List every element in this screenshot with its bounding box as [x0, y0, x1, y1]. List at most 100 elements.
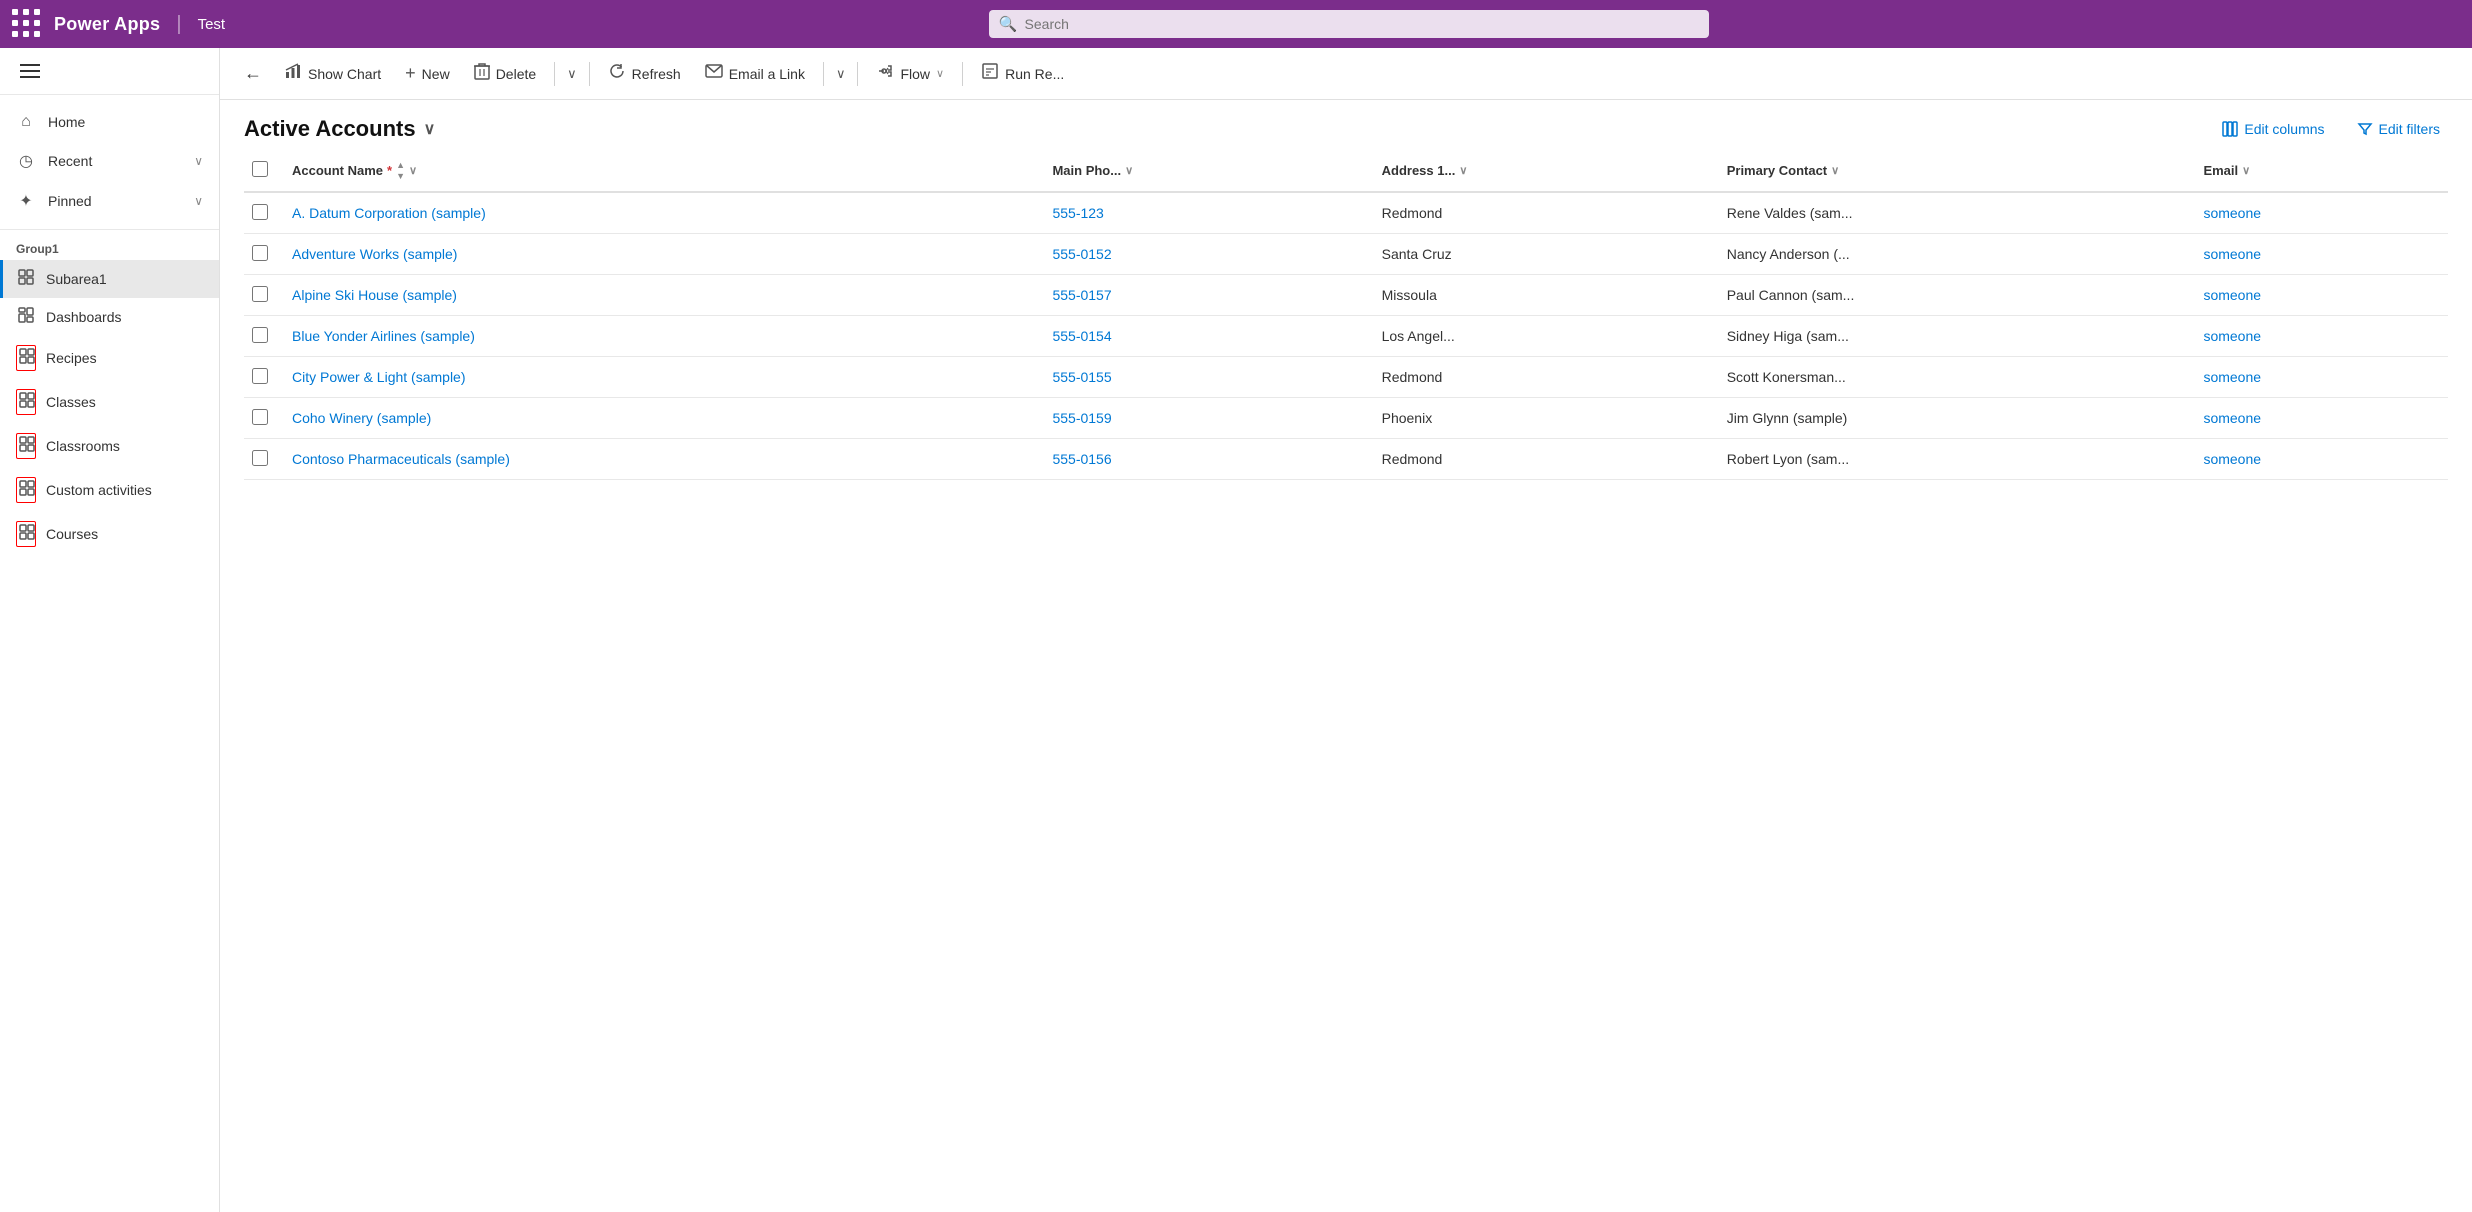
row-checkbox-cell	[244, 234, 280, 275]
address1-cell: Redmond	[1370, 357, 1715, 398]
account-name-cell[interactable]: City Power & Light (sample)	[280, 357, 1040, 398]
account-name-sort[interactable]: ▲ ▼	[396, 160, 405, 181]
sidebar-item-classes[interactable]: Classes	[0, 380, 219, 424]
edit-filters-button[interactable]: Edit filters	[2349, 117, 2448, 141]
email-a-link-button[interactable]: Email a Link	[695, 58, 815, 89]
email-cell[interactable]: someone	[2191, 398, 2448, 439]
row-checkbox-cell	[244, 275, 280, 316]
refresh-icon	[608, 62, 626, 85]
main-phone-cell: 555-123	[1040, 192, 1369, 234]
account-name-cell[interactable]: Contoso Pharmaceuticals (sample)	[280, 439, 1040, 480]
group-label: Group1	[0, 230, 219, 260]
account-name-cell[interactable]: Alpine Ski House (sample)	[280, 275, 1040, 316]
row-checkbox-0[interactable]	[252, 204, 268, 220]
sidebar-item-courses[interactable]: Courses	[0, 512, 219, 556]
select-all-checkbox[interactable]	[252, 161, 268, 177]
email-cell[interactable]: someone	[2191, 316, 2448, 357]
row-checkbox-4[interactable]	[252, 368, 268, 384]
row-checkbox-cell	[244, 357, 280, 398]
toolbar-divider-4	[857, 62, 858, 86]
delete-chevron-button[interactable]: ∨	[563, 60, 581, 88]
email-chevron-button[interactable]: ∨	[832, 60, 850, 88]
address1-cell: Redmond	[1370, 192, 1715, 234]
table-container: Account Name * ▲ ▼ ∨ Main	[220, 150, 2472, 1212]
row-checkbox-1[interactable]	[252, 245, 268, 261]
delete-button[interactable]: Delete	[464, 56, 546, 91]
new-button[interactable]: + New	[395, 57, 460, 90]
show-chart-icon	[284, 62, 302, 85]
dashboards-icon	[16, 307, 36, 327]
email-cell[interactable]: someone	[2191, 357, 2448, 398]
recipes-icon	[16, 345, 36, 371]
toolbar-divider-2	[589, 62, 590, 86]
row-checkbox-cell	[244, 192, 280, 234]
account-name-cell[interactable]: A. Datum Corporation (sample)	[280, 192, 1040, 234]
email-cell[interactable]: someone	[2191, 439, 2448, 480]
back-button[interactable]: ←	[236, 57, 270, 90]
custom-activities-icon	[16, 477, 36, 503]
main-phone-cell: 555-0156	[1040, 439, 1369, 480]
sidebar-item-recipes[interactable]: Recipes	[0, 336, 219, 380]
show-chart-label: Show Chart	[308, 66, 381, 82]
subarea1-icon	[16, 269, 36, 289]
email-cell[interactable]: someone	[2191, 234, 2448, 275]
address1-cell: Los Angel...	[1370, 316, 1715, 357]
row-checkbox-5[interactable]	[252, 409, 268, 425]
main-phone-cell: 555-0157	[1040, 275, 1369, 316]
row-checkbox-6[interactable]	[252, 450, 268, 466]
email-cell[interactable]: someone	[2191, 192, 2448, 234]
main-phone-filter-icon[interactable]: ∨	[1125, 164, 1133, 177]
sidebar-courses-label: Courses	[46, 526, 98, 542]
toolbar: ← Show Chart + New Delete ∨	[220, 48, 2472, 100]
list-title-text: Active Accounts	[244, 116, 416, 142]
top-navigation: Power Apps | Test 🔍	[0, 0, 2472, 48]
account-name-cell[interactable]: Blue Yonder Airlines (sample)	[280, 316, 1040, 357]
sidebar-item-home[interactable]: ⌂ Home	[0, 103, 219, 141]
refresh-button[interactable]: Refresh	[598, 56, 691, 91]
edit-columns-button[interactable]: Edit columns	[2214, 117, 2332, 141]
header-account-name: Account Name * ▲ ▼ ∨	[280, 150, 1040, 192]
primary-contact-header-label: Primary Contact	[1727, 163, 1827, 178]
sidebar-pinned-label: Pinned	[48, 193, 92, 209]
address1-filter-icon[interactable]: ∨	[1459, 164, 1467, 177]
classes-icon	[16, 389, 36, 415]
table-body: A. Datum Corporation (sample) 555-123 Re…	[244, 192, 2448, 480]
app-grid-button[interactable]	[12, 9, 42, 39]
sidebar-item-recent[interactable]: ◷ Recent ∨	[0, 141, 219, 181]
account-name-cell[interactable]: Adventure Works (sample)	[280, 234, 1040, 275]
email-link-label: Email a Link	[729, 66, 805, 82]
row-checkbox-cell	[244, 316, 280, 357]
sidebar-item-pinned[interactable]: ✦ Pinned ∨	[0, 181, 219, 221]
main-phone-cell: 555-0154	[1040, 316, 1369, 357]
sidebar-subarea1-label: Subarea1	[46, 271, 107, 287]
search-input[interactable]	[989, 10, 1709, 38]
account-name-filter-icon[interactable]: ∨	[409, 164, 417, 177]
row-checkbox-2[interactable]	[252, 286, 268, 302]
main-layout: ⌂ Home ◷ Recent ∨ ✦ Pinned ∨ Group1 Suba…	[0, 48, 2472, 1212]
list-header: Active Accounts ∨ Edit columns Edit filt…	[220, 100, 2472, 150]
app-name-label: Test	[198, 16, 226, 33]
primary-contact-filter-icon[interactable]: ∨	[1831, 164, 1839, 177]
flow-button[interactable]: Flow ∨	[866, 56, 954, 91]
show-chart-button[interactable]: Show Chart	[274, 56, 391, 91]
classrooms-icon	[16, 433, 36, 459]
sidebar-top	[0, 48, 219, 95]
run-report-button[interactable]: Run Re...	[971, 56, 1074, 91]
list-title-chevron-icon[interactable]: ∨	[424, 119, 436, 139]
new-icon: +	[405, 63, 416, 84]
account-name-cell[interactable]: Coho Winery (sample)	[280, 398, 1040, 439]
sidebar-item-classrooms[interactable]: Classrooms	[0, 424, 219, 468]
sidebar-item-subarea1[interactable]: Subarea1	[0, 260, 219, 298]
email-filter-icon[interactable]: ∨	[2242, 164, 2250, 177]
sidebar-item-dashboards[interactable]: Dashboards	[0, 298, 219, 336]
edit-filters-icon	[2357, 121, 2373, 137]
hamburger-menu[interactable]	[16, 60, 203, 82]
row-checkbox-3[interactable]	[252, 327, 268, 343]
main-phone-cell: 555-0155	[1040, 357, 1369, 398]
email-cell[interactable]: someone	[2191, 275, 2448, 316]
sidebar-item-custom-activities[interactable]: Custom activities	[0, 468, 219, 512]
edit-columns-label: Edit columns	[2244, 121, 2324, 137]
table-row: A. Datum Corporation (sample) 555-123 Re…	[244, 192, 2448, 234]
table-row: Contoso Pharmaceuticals (sample) 555-015…	[244, 439, 2448, 480]
sidebar: ⌂ Home ◷ Recent ∨ ✦ Pinned ∨ Group1 Suba…	[0, 48, 220, 1212]
